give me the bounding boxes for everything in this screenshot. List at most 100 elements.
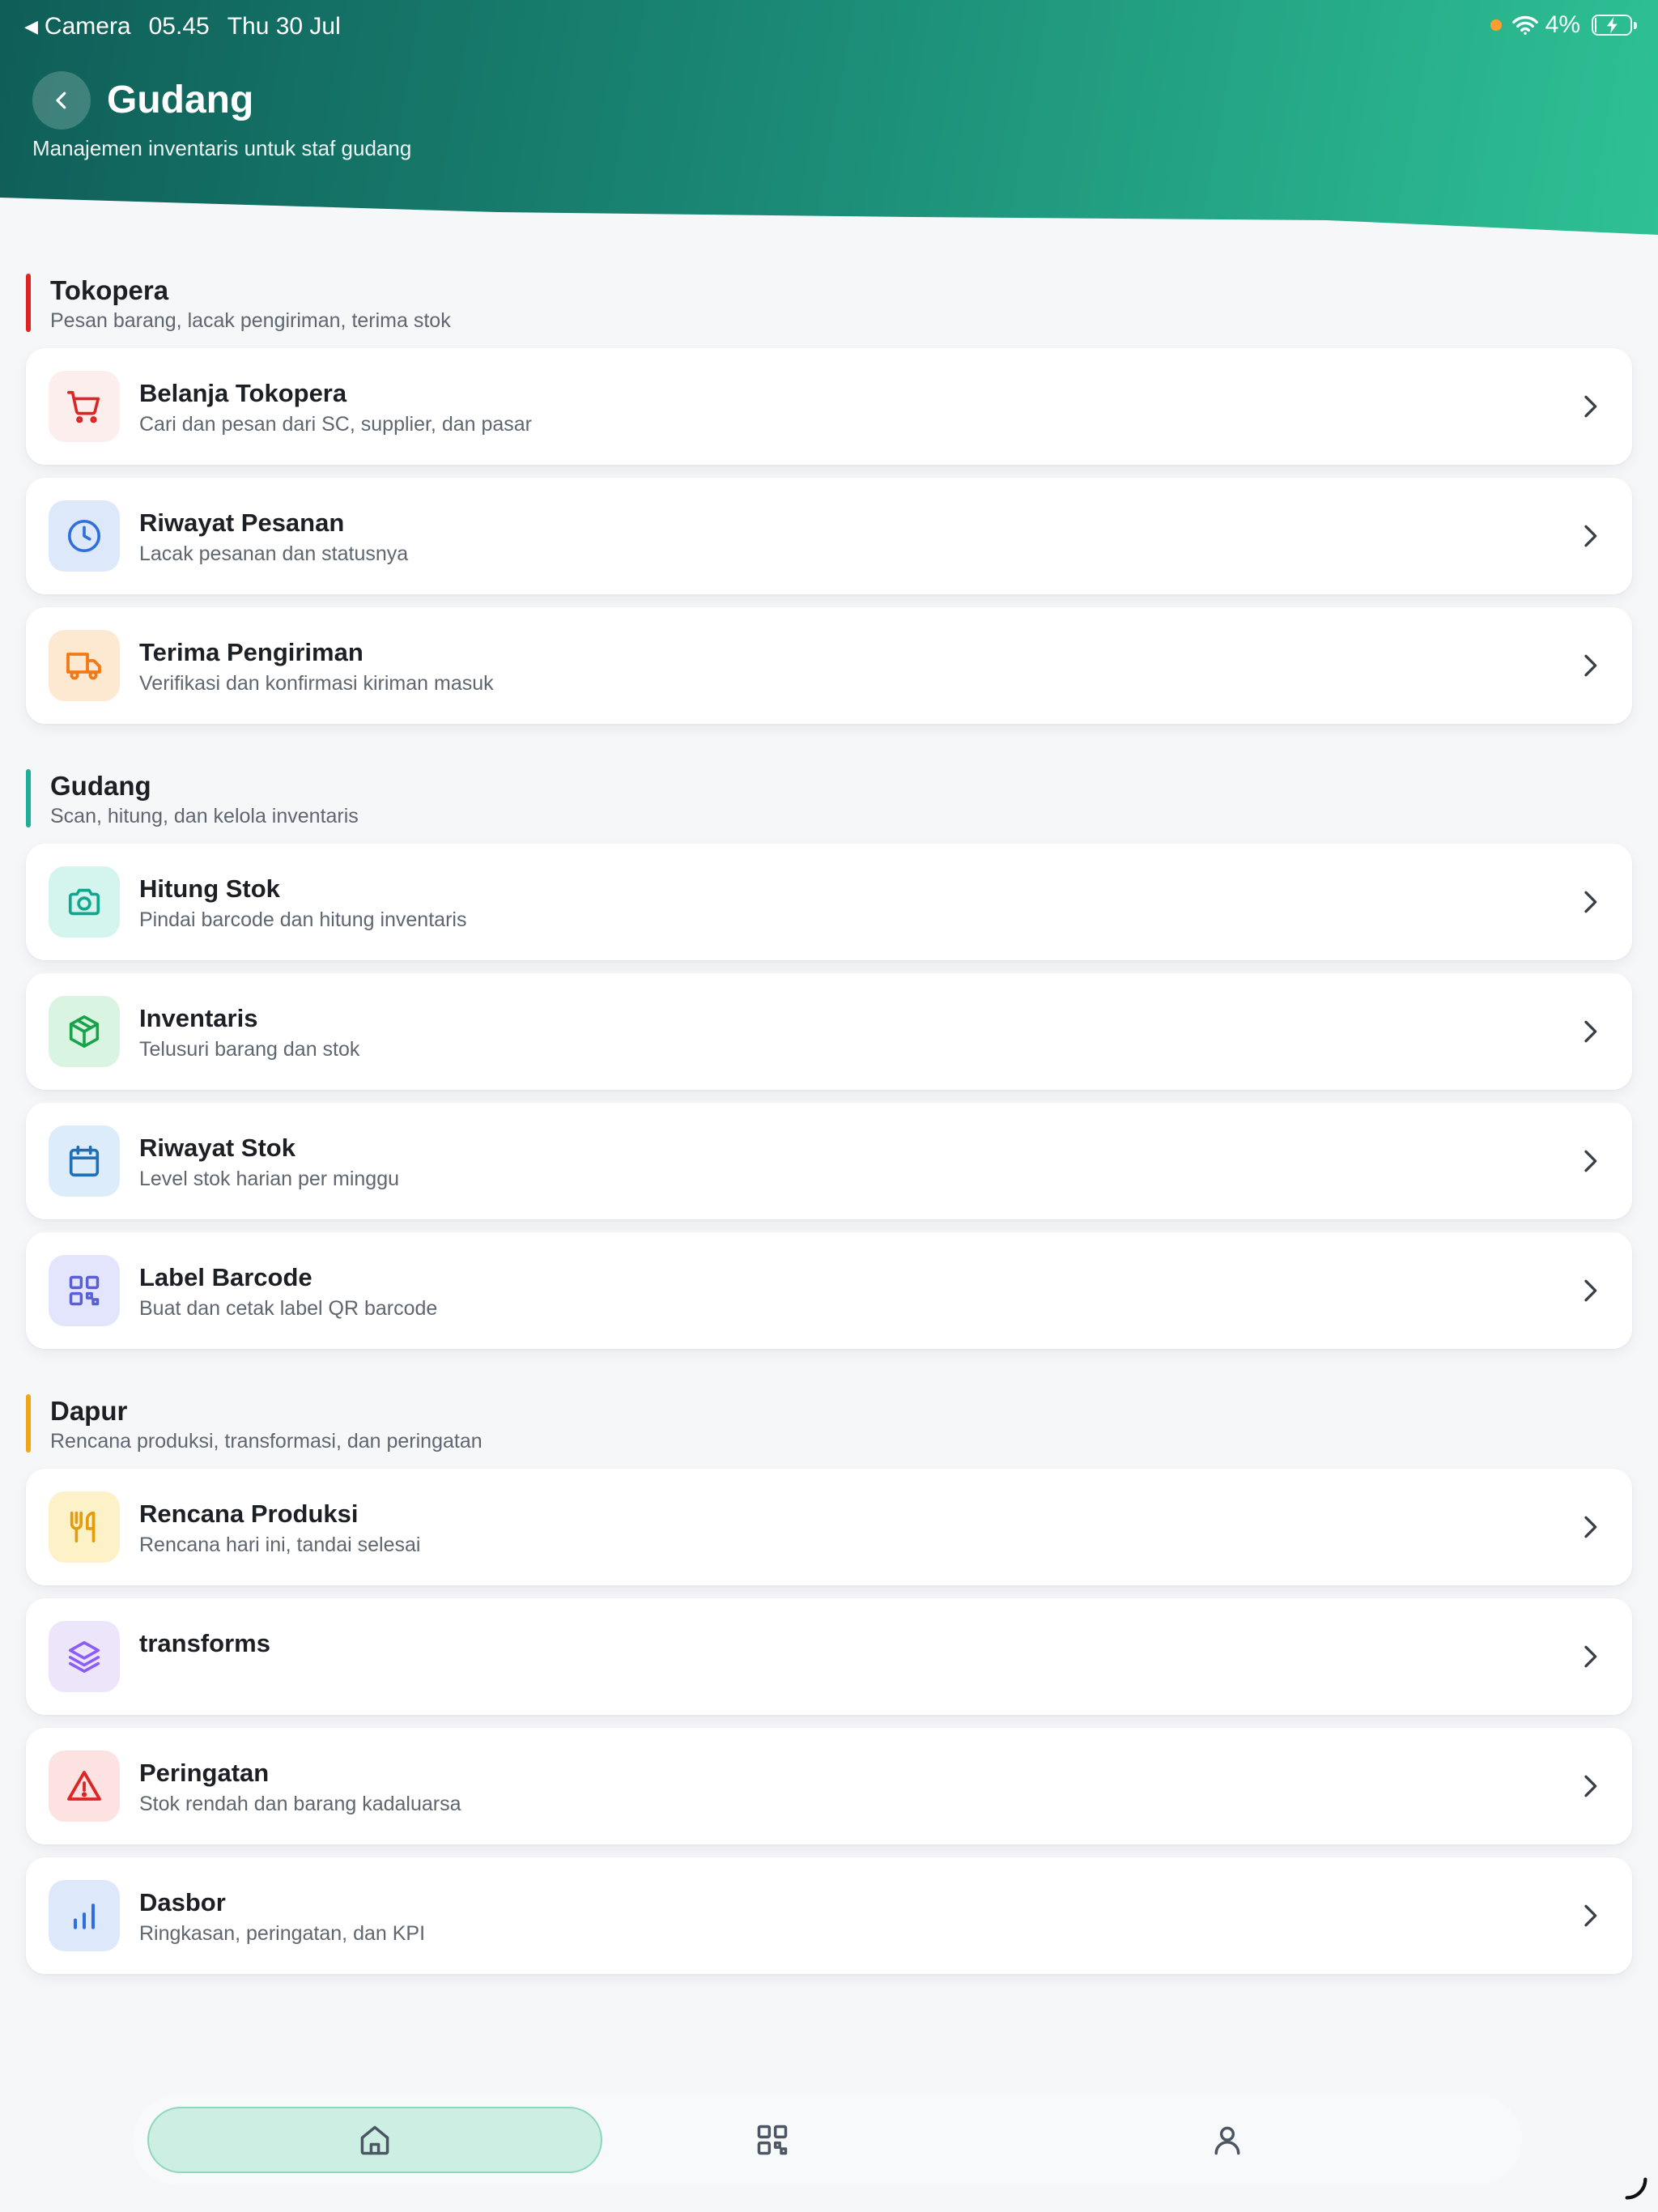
section-description: Rencana produksi, transformasi, dan peri… (50, 1430, 483, 1453)
home-icon (360, 2125, 389, 2155)
charging-bolt-icon (1606, 17, 1618, 33)
layers-icon (68, 1640, 100, 1674)
cart-icon (67, 390, 100, 423)
card-icon-tile (49, 996, 120, 1067)
camera-icon (68, 888, 100, 916)
section-title: Tokopera (50, 275, 169, 305)
card-title: Dasbor (139, 1888, 226, 1916)
page-subtitle: Manajemen inventaris untuk staf gudang (32, 136, 412, 160)
card-title: Riwayat Pesanan (139, 508, 345, 537)
menu-card-belanja-tokopera[interactable]: Belanja Tokopera Cari dan pesan dari SC,… (26, 348, 1632, 465)
card-title: Label Barcode (139, 1263, 312, 1291)
menu-card-hitung-stok[interactable]: Hitung Stok Pindai barcode dan hitung in… (26, 844, 1632, 960)
card-description: Telusuri barang dan stok (139, 1038, 360, 1061)
card-title: Terima Pengiriman (139, 638, 363, 666)
utensils-icon (70, 1511, 96, 1543)
menu-card-rencana-produksi[interactable]: Rencana Produksi Rencana hari ini, tanda… (26, 1469, 1632, 1585)
alert-triangle-icon (67, 1771, 101, 1801)
card-icon-tile (49, 1750, 120, 1822)
truck-icon (66, 653, 101, 680)
chevron-right-icon (1584, 1516, 1597, 1538)
nav-profile-tab[interactable] (1171, 2107, 1284, 2173)
menu-card-inventaris[interactable]: Inventaris Telusuri barang dan stok (26, 973, 1632, 1090)
section-accent-bar (26, 1394, 31, 1453)
card-description: Pindai barcode dan hitung inventaris (139, 908, 467, 931)
section-title: Gudang (50, 771, 151, 801)
resize-handle-icon[interactable] (1622, 2175, 1650, 2202)
card-icon-tile (49, 1880, 120, 1951)
box-icon (69, 1015, 100, 1049)
page-title: Gudang (107, 79, 254, 121)
recording-indicator-icon (1490, 19, 1502, 31)
card-description: Ringkasan, peringatan, dan KPI (139, 1922, 426, 1945)
section-title: Dapur (50, 1396, 128, 1426)
card-description: Verifikasi dan konfirmasi kiriman masuk (139, 672, 494, 695)
qr-code-icon (757, 2125, 788, 2155)
card-title: Rencana Produksi (139, 1499, 359, 1528)
card-description: Stok rendah dan barang kadaluarsa (139, 1793, 461, 1815)
chevron-right-icon (1584, 1775, 1597, 1797)
nav-scan-tab[interactable] (716, 2107, 829, 2173)
section-header-tokopera: Tokopera Pesan barang, lacak pengiriman,… (26, 274, 835, 332)
menu-card-dasbor[interactable]: Dasbor Ringkasan, peringatan, dan KPI (26, 1857, 1632, 1974)
status-time: 05.45 (148, 13, 210, 40)
status-bar: ◀ Camera 05.45 Thu 30 Jul 4% (0, 0, 1658, 52)
section-header-gudang: Gudang Scan, hitung, dan kelola inventar… (26, 769, 835, 827)
card-title: Peringatan (139, 1759, 270, 1787)
card-title: Inventaris (139, 1004, 258, 1032)
qr-code-icon (69, 1275, 100, 1306)
nav-home-tab[interactable] (147, 2107, 602, 2173)
chevron-right-icon (1584, 1645, 1597, 1668)
chevron-right-icon (1584, 525, 1597, 547)
wifi-icon (1511, 15, 1538, 35)
section-header-dapur: Dapur Rencana produksi, transformasi, da… (26, 1394, 835, 1453)
status-right: 4% (1490, 11, 1637, 39)
gudang-page: ◀ Camera 05.45 Thu 30 Jul 4% Gudang Mana… (0, 0, 1658, 2212)
section-description: Scan, hitung, dan kelola inventaris (50, 805, 359, 827)
chevron-right-icon (1584, 1150, 1597, 1172)
card-description: Level stok harian per minggu (139, 1168, 400, 1190)
chevron-right-icon (1584, 395, 1597, 418)
status-left: ◀ Camera 05.45 Thu 30 Jul (24, 13, 341, 40)
back-button[interactable] (32, 71, 91, 130)
chevron-right-icon (1584, 1279, 1597, 1302)
battery-percent: 4% (1545, 11, 1580, 38)
menu-card-terima-pengiriman[interactable]: Terima Pengiriman Verifikasi dan konfirm… (26, 607, 1632, 724)
menu-card-peringatan[interactable]: Peringatan Stok rendah dan barang kadalu… (26, 1728, 1632, 1844)
user-icon (1214, 2126, 1240, 2155)
clock-icon (67, 519, 101, 553)
card-title: Belanja Tokopera (139, 379, 347, 407)
card-description: Rencana hari ini, tandai selesai (139, 1534, 421, 1556)
battery-icon (1592, 15, 1637, 36)
card-icon-tile (49, 866, 120, 938)
section-description: Pesan barang, lacak pengiriman, terima s… (50, 309, 451, 332)
card-title: Riwayat Stok (139, 1134, 295, 1162)
chevron-right-icon (1584, 1904, 1597, 1927)
card-description: Buat dan cetak label QR barcode (139, 1297, 438, 1320)
card-description: Cari dan pesan dari SC, supplier, dan pa… (139, 413, 533, 436)
card-title: transforms (139, 1629, 270, 1657)
calendar-icon (69, 1145, 100, 1177)
battery-level (1595, 18, 1596, 32)
card-icon-tile (49, 1621, 120, 1692)
back-to-app-icon[interactable]: ◀ (24, 16, 38, 37)
chevron-left-icon (56, 91, 66, 109)
chevron-right-icon (1584, 654, 1597, 677)
card-icon-tile (49, 630, 120, 701)
section-accent-bar (26, 274, 31, 332)
back-app-label[interactable]: Camera (45, 13, 131, 40)
card-description: Lacak pesanan dan statusnya (139, 542, 409, 565)
card-icon-tile (49, 500, 120, 572)
section-accent-bar (26, 769, 31, 827)
menu-card-label-barcode[interactable]: Label Barcode Buat dan cetak label QR ba… (26, 1232, 1632, 1349)
chevron-right-icon (1584, 1020, 1597, 1043)
card-icon-tile (49, 371, 120, 442)
card-icon-tile (49, 1125, 120, 1197)
bottom-navigation (133, 2095, 1522, 2184)
card-icon-tile (49, 1491, 120, 1563)
bar-chart-icon (73, 1904, 96, 1929)
menu-card-riwayat-stok[interactable]: Riwayat Stok Level stok harian per mingg… (26, 1103, 1632, 1219)
menu-card-transforms[interactable]: transforms (26, 1598, 1632, 1715)
status-date: Thu 30 Jul (227, 13, 341, 40)
menu-card-riwayat-pesanan[interactable]: Riwayat Pesanan Lacak pesanan dan status… (26, 478, 1632, 594)
